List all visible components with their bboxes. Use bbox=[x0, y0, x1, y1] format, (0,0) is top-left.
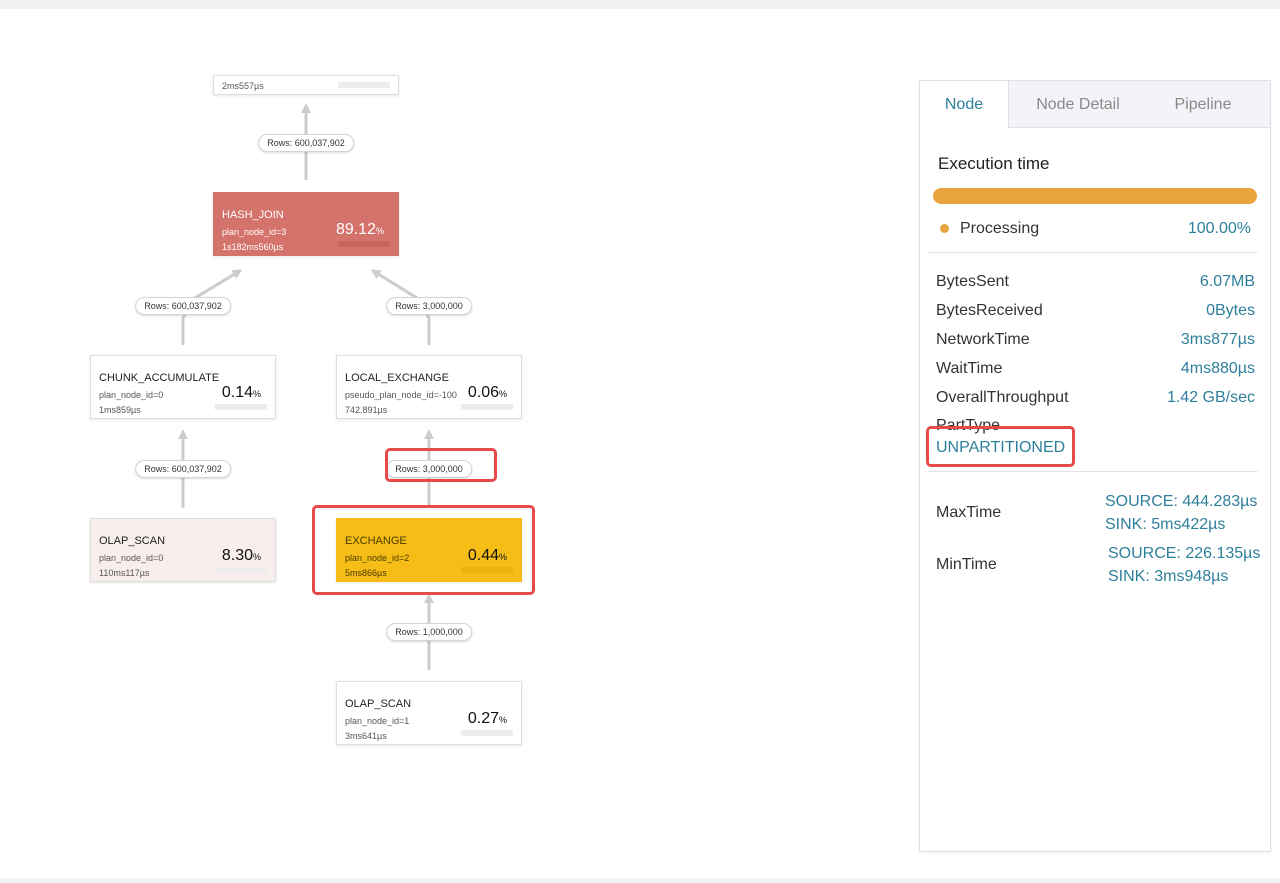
bottom-bar bbox=[0, 878, 1280, 883]
node-percent: 0.27% bbox=[467, 710, 507, 727]
metric-key-overall-throughput: OverallThroughput bbox=[936, 389, 1069, 406]
metric-value-min-time: SOURCE: 226.135µs SINK: 3ms948µs bbox=[1108, 542, 1260, 588]
plan-node-olap-scan-0[interactable]: OLAP_SCAN plan_node_id=0 110ms117µs 8.30… bbox=[90, 518, 276, 582]
node-name: HASH_JOIN bbox=[222, 209, 284, 221]
edge-rows-label: Rows: 600,037,902 bbox=[135, 297, 231, 315]
node-percent-bar bbox=[338, 82, 390, 88]
min-time-sink: SINK: 3ms948µs bbox=[1108, 568, 1229, 585]
node-id: plan_node_id=0 bbox=[99, 553, 164, 563]
edge-rows-label: Rows: 1,000,000 bbox=[386, 623, 472, 641]
node-percent-bar bbox=[461, 404, 513, 410]
metric-key-bytes-sent: BytesSent bbox=[936, 273, 1009, 290]
node-id: plan_node_id=3 bbox=[222, 227, 287, 237]
divider bbox=[928, 252, 1258, 253]
node-time: 110ms117µs bbox=[99, 568, 150, 578]
processing-value: 100.00% bbox=[1187, 220, 1251, 237]
highlight-rows-box bbox=[385, 448, 497, 482]
processing-label: Processing bbox=[960, 220, 1040, 237]
tab-node-detail[interactable]: Node Detail bbox=[1010, 81, 1146, 127]
node-time: 1s182ms560µs bbox=[222, 242, 284, 252]
node-percent: 0.06% bbox=[467, 384, 507, 401]
metric-value-max-time: SOURCE: 444.283µs SINK: 5ms422µs bbox=[1105, 490, 1257, 536]
node-percent-bar bbox=[461, 730, 513, 736]
execution-time-bar bbox=[933, 188, 1257, 204]
edge-rows-label: Rows: 3,000,000 bbox=[386, 297, 472, 315]
min-time-source: SOURCE: 226.135µs bbox=[1108, 545, 1261, 562]
tab-pipeline[interactable]: Pipeline bbox=[1150, 81, 1256, 127]
node-name: OLAP_SCAN bbox=[345, 698, 412, 710]
plan-node-olap-scan-1[interactable]: OLAP_SCAN plan_node_id=1 3ms641µs 0.27% bbox=[336, 681, 522, 745]
metric-key-min-time: MinTime bbox=[936, 556, 997, 573]
highlight-part-type-box bbox=[926, 426, 1075, 467]
node-id: plan_node_id=1 bbox=[345, 716, 410, 726]
plan-node-local-exchange[interactable]: LOCAL_EXCHANGE pseudo_plan_node_id=-100 … bbox=[336, 355, 522, 419]
tab-node[interactable]: Node bbox=[920, 81, 1009, 128]
node-name: OLAP_SCAN bbox=[99, 535, 166, 547]
query-plan-graph[interactable]: 2ms557µs HASH_JOIN plan_node_id=3 1s182m… bbox=[0, 9, 900, 878]
metric-key-wait-time: WaitTime bbox=[936, 360, 1003, 377]
edge-rows-label: Rows: 600,037,902 bbox=[135, 460, 231, 478]
plan-node-hash-join[interactable]: HASH_JOIN plan_node_id=3 1s182ms560µs 89… bbox=[213, 192, 399, 256]
node-time: 742.891µs bbox=[345, 405, 388, 415]
plan-node-chunk-accumulate[interactable]: CHUNK_ACCUMULATE plan_node_id=0 1ms859µs… bbox=[90, 355, 276, 419]
edge-rows-label: Rows: 600,037,902 bbox=[258, 134, 354, 152]
metric-value-wait-time: 4ms880µs bbox=[1180, 360, 1255, 377]
metric-value-overall-throughput: 1.42 GB/sec bbox=[1166, 389, 1255, 406]
metric-key-bytes-received: BytesReceived bbox=[936, 302, 1043, 319]
node-time: 2ms557µs bbox=[222, 81, 264, 91]
node-percent-bar bbox=[215, 567, 267, 573]
node-percent: 8.30% bbox=[221, 547, 261, 564]
metric-value-network-time: 3ms877µs bbox=[1180, 331, 1255, 348]
node-percent: 0.14% bbox=[221, 384, 261, 401]
max-time-source: SOURCE: 444.283µs bbox=[1105, 493, 1258, 510]
graph-edges bbox=[178, 103, 434, 670]
node-id: pseudo_plan_node_id=-100 bbox=[345, 390, 457, 400]
node-info-panel: Node Node Detail Pipeline Execution time… bbox=[919, 80, 1271, 852]
node-name: CHUNK_ACCUMULATE bbox=[99, 372, 220, 384]
metric-value-bytes-received: 0Bytes bbox=[1206, 302, 1255, 319]
node-percent: 89.12% bbox=[335, 221, 384, 238]
metric-value-bytes-sent: 6.07MB bbox=[1199, 273, 1255, 290]
node-name: LOCAL_EXCHANGE bbox=[345, 372, 449, 384]
top-bar bbox=[0, 0, 1280, 9]
node-percent-bar bbox=[215, 404, 267, 410]
panel-tabs: Node Node Detail Pipeline bbox=[920, 81, 1270, 128]
node-id: plan_node_id=0 bbox=[99, 390, 164, 400]
processing-dot-icon bbox=[940, 224, 949, 233]
metric-key-max-time: MaxTime bbox=[936, 504, 1002, 521]
metric-key-network-time: NetworkTime bbox=[936, 331, 1030, 348]
node-time: 3ms641µs bbox=[345, 731, 387, 741]
node-time: 1ms859µs bbox=[99, 405, 141, 415]
highlight-exchange-box bbox=[312, 505, 535, 595]
execution-time-title: Execution time bbox=[938, 154, 1050, 173]
max-time-sink: SINK: 5ms422µs bbox=[1105, 516, 1226, 533]
divider bbox=[928, 471, 1258, 472]
plan-node-top[interactable]: 2ms557µs bbox=[213, 75, 399, 95]
node-percent-bar bbox=[338, 241, 390, 247]
